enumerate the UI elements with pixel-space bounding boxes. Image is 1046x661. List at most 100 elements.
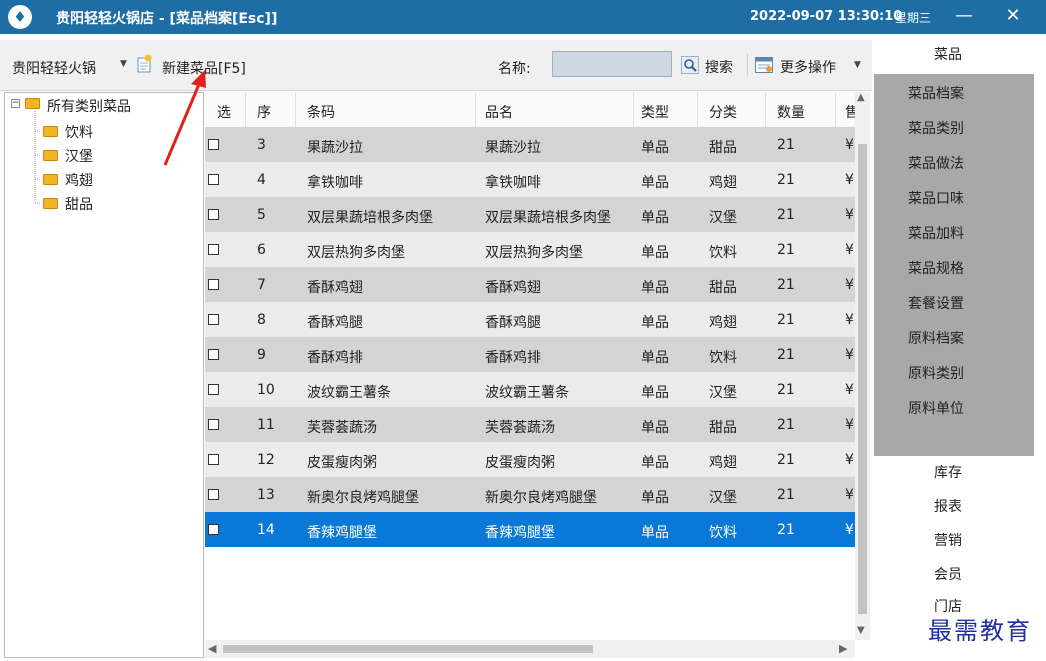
row-checkbox[interactable] [208,489,219,500]
row-checkbox[interactable] [208,314,219,325]
table-row[interactable]: 12 皮蛋瘦肉粥 皮蛋瘦肉粥 单品 鸡翅 21 ¥ [205,442,855,477]
search-button[interactable]: 搜索 [681,52,747,78]
submenu-item-material-archive[interactable]: 原料档案 [908,328,964,348]
table-row[interactable]: 14 香辣鸡腿堡 香辣鸡腿堡 单品 饮料 21 ¥ [205,512,855,547]
cell-qty: 21 [777,172,795,188]
table-row[interactable]: 13 新奥尔良烤鸡腿堡 新奥尔良烤鸡腿堡 单品 汉堡 21 ¥ [205,477,855,512]
column-header-price[interactable]: 售 [845,102,855,122]
scroll-right-icon[interactable]: ▶ [839,642,847,655]
cell-qty: 21 [777,487,795,503]
more-operations-button[interactable]: 更多操作 ▼ [755,52,867,78]
tree-collapse-icon[interactable]: − [11,99,20,108]
nav-item-members[interactable]: 会员 [934,564,962,584]
folder-icon [43,174,58,185]
dish-submenu: 菜品档案 菜品类别 菜品做法 菜品口味 菜品加料 菜品规格 套餐设置 原料档案 … [874,74,1034,456]
cell-type: 单品 [641,455,669,471]
cell-name: 芙蓉荟蔬汤 [485,420,555,436]
horizontal-scrollbar[interactable]: ◀ ▶ [205,640,855,658]
submenu-item-dish-category[interactable]: 菜品类别 [908,118,964,138]
row-checkbox[interactable] [208,279,219,290]
row-checkbox[interactable] [208,349,219,360]
row-checkbox[interactable] [208,524,219,535]
table-row[interactable]: 7 香酥鸡翅 香酥鸡翅 单品 甜品 21 ¥ [205,267,855,302]
name-search-input[interactable] [552,51,672,77]
cell-type: 单品 [641,315,669,331]
new-dish-icon[interactable] [136,54,152,73]
cell-barcode: 果蔬沙拉 [307,140,363,156]
submenu-item-dish-addon[interactable]: 菜品加料 [908,223,964,243]
nav-item-dishes[interactable]: 菜品 [934,44,962,64]
cell-barcode: 皮蛋瘦肉粥 [307,455,377,471]
cell-category: 汉堡 [709,210,737,226]
category-tree: − 所有类别菜品 饮料 汉堡 鸡翅 甜品 [4,92,204,658]
column-header-name[interactable]: 品名 [485,102,513,122]
cell-name: 香酥鸡腿 [485,315,541,331]
cell-price: ¥ [845,452,854,468]
table-row[interactable]: 9 香酥鸡排 香酥鸡排 单品 饮料 21 ¥ [205,337,855,372]
title-bar: ♦ 贵阳轻轻火锅店 - [菜品档案[Esc]] 2022-09-07 13:30… [0,0,1046,34]
column-header-qty[interactable]: 数量 [777,102,805,122]
cell-price: ¥ [845,382,854,398]
submenu-item-dish-flavor[interactable]: 菜品口味 [908,188,964,208]
submenu-item-dish-method[interactable]: 菜品做法 [908,153,964,173]
table-row[interactable]: 3 果蔬沙拉 果蔬沙拉 单品 甜品 21 ¥ [205,127,855,162]
magnifier-icon [681,56,699,74]
minimize-button[interactable]: — [950,2,978,30]
submenu-item-dish-archive[interactable]: 菜品档案 [908,83,964,103]
cell-seq: 10 [257,382,275,398]
table-row[interactable]: 5 双层果蔬培根多肉堡 双层果蔬培根多肉堡 单品 汉堡 21 ¥ [205,197,855,232]
nav-item-inventory[interactable]: 库存 [934,462,962,482]
row-checkbox[interactable] [208,419,219,430]
cell-barcode: 香辣鸡腿堡 [307,525,377,541]
chevron-down-icon[interactable]: ▼ [120,59,127,69]
tree-node-drinks[interactable]: 饮料 [65,122,93,142]
row-checkbox[interactable] [208,244,219,255]
scroll-up-icon[interactable]: ▲ [857,92,865,103]
table-row[interactable]: 6 双层热狗多肉堡 双层热狗多肉堡 单品 饮料 21 ¥ [205,232,855,267]
table-row[interactable]: 4 拿铁咖啡 拿铁咖啡 单品 鸡翅 21 ¥ [205,162,855,197]
tree-node-desserts[interactable]: 甜品 [65,194,93,214]
tree-root-node[interactable]: 所有类别菜品 [47,96,131,116]
close-button[interactable]: ✕ [997,2,1029,30]
column-divider [475,92,476,127]
row-checkbox[interactable] [208,454,219,465]
scroll-thumb[interactable] [858,144,867,614]
row-checkbox[interactable] [208,384,219,395]
submenu-item-material-unit[interactable]: 原料单位 [908,398,964,418]
cell-qty: 21 [777,452,795,468]
scroll-down-icon[interactable]: ▼ [857,625,865,636]
submenu-item-combo-settings[interactable]: 套餐设置 [908,293,964,313]
table-row[interactable]: 8 香酥鸡腿 香酥鸡腿 单品 鸡翅 21 ¥ [205,302,855,337]
cell-seq: 8 [257,312,266,328]
submenu-item-material-category[interactable]: 原料类别 [908,363,964,383]
right-navigation: 菜品 菜品档案 菜品类别 菜品做法 菜品口味 菜品加料 菜品规格 套餐设置 原料… [872,34,1046,661]
cell-qty: 21 [777,207,795,223]
tree-node-wings[interactable]: 鸡翅 [65,170,93,190]
column-divider [835,92,836,127]
scroll-left-icon[interactable]: ◀ [208,642,216,655]
cell-seq: 13 [257,487,275,503]
cell-category: 饮料 [709,245,737,261]
cell-price: ¥ [845,417,854,433]
row-checkbox[interactable] [208,209,219,220]
row-checkbox[interactable] [208,174,219,185]
column-header-barcode[interactable]: 条码 [307,102,335,122]
table-row[interactable]: 10 波纹霸王薯条 波纹霸王薯条 单品 汉堡 21 ¥ [205,372,855,407]
cell-category: 鸡翅 [709,315,737,331]
tree-node-burgers[interactable]: 汉堡 [65,146,93,166]
scroll-thumb[interactable] [223,645,593,653]
nav-item-reports[interactable]: 报表 [934,496,962,516]
nav-item-marketing[interactable]: 营销 [934,530,962,550]
vertical-scrollbar[interactable]: ▲ ▼ [855,92,870,640]
cell-type: 单品 [641,280,669,296]
row-checkbox[interactable] [208,139,219,150]
column-header-type[interactable]: 类型 [641,102,669,122]
column-header-category[interactable]: 分类 [709,102,737,122]
cell-barcode: 香酥鸡腿 [307,315,363,331]
table-row[interactable]: 11 芙蓉荟蔬汤 芙蓉荟蔬汤 单品 甜品 21 ¥ [205,407,855,442]
store-select[interactable]: 贵阳轻轻火锅 [12,58,96,78]
column-header-select[interactable]: 选 [217,102,231,122]
column-header-seq[interactable]: 序 [257,102,271,122]
submenu-item-dish-spec[interactable]: 菜品规格 [908,258,964,278]
new-dish-button[interactable]: 新建菜品[F5] [162,58,246,78]
